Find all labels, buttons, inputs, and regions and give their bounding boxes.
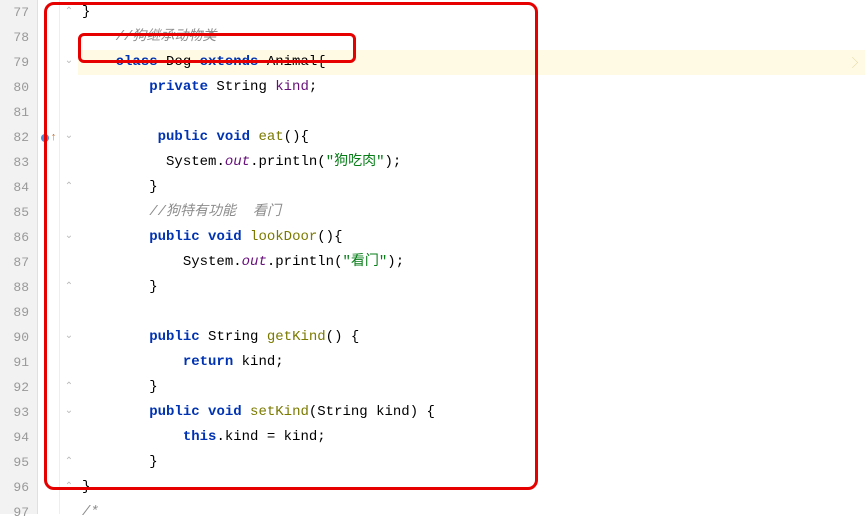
code-line: } bbox=[78, 0, 865, 25]
fold-end-icon[interactable]: ⌃ bbox=[64, 383, 74, 393]
code-line: } bbox=[78, 475, 865, 500]
code-text-area[interactable]: } //狗继承动物类 class Dog extends Animal{ pri… bbox=[78, 0, 865, 514]
line-number: 83 bbox=[8, 150, 29, 175]
fold-start-icon[interactable]: ⌄ bbox=[64, 57, 74, 67]
line-number: 97 bbox=[8, 500, 29, 525]
line-number: 88 bbox=[8, 275, 29, 300]
fold-end-icon[interactable]: ⌃ bbox=[64, 483, 74, 493]
line-number: 90 bbox=[8, 325, 29, 350]
fold-column: ⌃ ⌄ ⌄ ⌃ ⌄ ⌃ ⌄ ⌃ ⌄ ⌃ ⌃ bbox=[60, 0, 78, 514]
line-number: 86 bbox=[8, 225, 29, 250]
code-line bbox=[78, 100, 865, 125]
code-line: return kind; bbox=[78, 350, 865, 375]
code-line: } bbox=[78, 275, 865, 300]
line-number: 81 bbox=[8, 100, 29, 125]
fold-start-icon[interactable]: ⌄ bbox=[64, 132, 74, 142]
code-line: public void setKind(String kind) { bbox=[78, 400, 865, 425]
code-line: this.kind = kind; bbox=[78, 425, 865, 450]
line-number: 77 bbox=[8, 0, 29, 25]
code-line: System.out.println("狗吃肉"); bbox=[78, 150, 865, 175]
line-number: 78 bbox=[8, 25, 29, 50]
override-arrow-icon: ↑ bbox=[50, 132, 57, 144]
line-number: 92 bbox=[8, 375, 29, 400]
line-number: 80 bbox=[8, 75, 29, 100]
line-number: 91 bbox=[8, 350, 29, 375]
line-number: 94 bbox=[8, 425, 29, 450]
code-line-current: class Dog extends Animal{ bbox=[78, 50, 865, 75]
code-editor: 77 78 79 80 81 82 83 84 85 86 87 88 89 9… bbox=[0, 0, 865, 514]
gutter-indicator-column: ↑ bbox=[38, 0, 60, 514]
fold-start-icon[interactable]: ⌄ bbox=[64, 232, 74, 242]
code-line: /* bbox=[78, 500, 865, 525]
line-number: 89 bbox=[8, 300, 29, 325]
code-line: public String getKind() { bbox=[78, 325, 865, 350]
line-number: 96 bbox=[8, 475, 29, 500]
fold-start-icon[interactable]: ⌄ bbox=[64, 407, 74, 417]
code-line: public void eat(){ bbox=[78, 125, 865, 150]
line-number: 95 bbox=[8, 450, 29, 475]
line-number: 87 bbox=[8, 250, 29, 275]
fold-end-icon[interactable]: ⌃ bbox=[64, 8, 74, 18]
fold-end-icon[interactable]: ⌃ bbox=[64, 458, 74, 468]
line-number-gutter: 77 78 79 80 81 82 83 84 85 86 87 88 89 9… bbox=[0, 0, 38, 514]
fold-end-icon[interactable]: ⌃ bbox=[64, 283, 74, 293]
line-number: 93 bbox=[8, 400, 29, 425]
code-line: System.out.println("看门"); bbox=[78, 250, 865, 275]
override-indicator-icon[interactable]: ↑ bbox=[40, 125, 58, 150]
fold-end-icon[interactable]: ⌃ bbox=[64, 183, 74, 193]
line-number: 85 bbox=[8, 200, 29, 225]
code-line: public void lookDoor(){ bbox=[78, 225, 865, 250]
code-line: //狗特有功能 看门 bbox=[78, 200, 865, 225]
line-number: 82 bbox=[8, 125, 29, 150]
code-line: private String kind; bbox=[78, 75, 865, 100]
code-line bbox=[78, 300, 865, 325]
override-dot-icon bbox=[41, 134, 49, 142]
line-number: 79 bbox=[8, 50, 29, 75]
code-line: } bbox=[78, 175, 865, 200]
code-line: } bbox=[78, 450, 865, 475]
code-line: //狗继承动物类 bbox=[78, 25, 865, 50]
code-line: } bbox=[78, 375, 865, 400]
line-number: 84 bbox=[8, 175, 29, 200]
fold-start-icon[interactable]: ⌄ bbox=[64, 332, 74, 342]
